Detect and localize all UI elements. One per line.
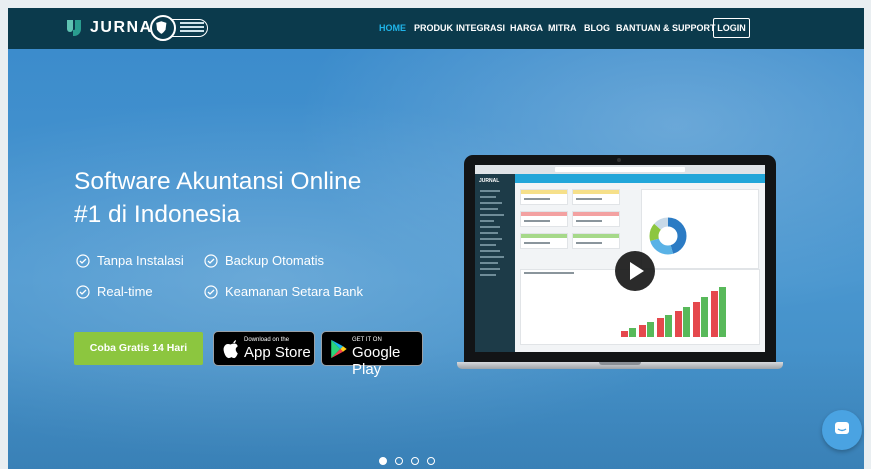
app-sidebar: JURNAL <box>475 174 515 352</box>
feature-keamanan-setara-bank: Keamanan Setara Bank <box>204 284 363 299</box>
menu-harga[interactable]: HARGA <box>510 23 543 33</box>
chat-widget-button[interactable] <box>822 410 862 450</box>
google-play-button[interactable]: GET IT ON Google Play <box>321 331 423 378</box>
menu-bantuan-support[interactable]: BANTUAN & SUPPORT <box>616 23 716 33</box>
play-icon <box>630 262 644 280</box>
menu-mitra[interactable]: MITRA <box>548 23 577 33</box>
headline-line-2: #1 di Indonesia <box>74 201 241 228</box>
google-play-caption: GET IT ON <box>352 337 382 343</box>
carousel-dot-1[interactable] <box>379 457 387 465</box>
login-button[interactable]: LOGIN <box>713 18 750 38</box>
google-play-label: Google Play <box>352 344 401 378</box>
check-circle-icon <box>204 284 218 299</box>
hero-headline: Software Akuntansi Online #1 di Indonesi… <box>74 165 414 231</box>
carousel-dots <box>379 457 443 465</box>
menu-home[interactable]: HOME <box>379 23 406 33</box>
page: JURNAL HOME PRODUK INTEGRASI HARGA MITRA… <box>8 8 864 469</box>
check-circle-icon <box>204 253 218 268</box>
menu-blog[interactable]: BLOG <box>584 23 610 33</box>
top-navbar: JURNAL HOME PRODUK INTEGRASI HARGA MITRA… <box>8 8 864 49</box>
google-play-icon <box>331 339 347 359</box>
donut-chart-icon <box>649 217 687 255</box>
app-brand: JURNAL <box>479 178 500 184</box>
carousel-dot-3[interactable] <box>411 457 419 465</box>
feature-real-time: Real-time <box>76 284 153 299</box>
feature-tanpa-instalasi: Tanpa Instalasi <box>76 253 184 268</box>
apple-icon <box>223 339 238 359</box>
play-video-button[interactable] <box>615 251 655 291</box>
menu-produk[interactable]: PRODUK <box>414 23 453 33</box>
check-circle-icon <box>76 253 90 268</box>
hero-section: Software Akuntansi Online #1 di Indonesi… <box>8 49 864 469</box>
menu-integrasi[interactable]: INTEGRASI <box>456 23 505 33</box>
feature-backup-otomatis: Backup Otomatis <box>204 253 324 268</box>
headline-line-1: Software Akuntansi Online <box>74 168 362 195</box>
carousel-dot-4[interactable] <box>427 457 435 465</box>
dashboard-screenshot: JURNAL <box>475 165 765 352</box>
free-trial-button[interactable]: Coba Gratis 14 Hari <box>74 332 203 365</box>
app-store-button[interactable]: Download on the App Store <box>213 331 315 366</box>
app-store-label: App Store <box>244 344 311 361</box>
app-store-caption: Download on the <box>244 337 290 343</box>
check-circle-icon <box>76 284 90 299</box>
chat-icon <box>835 422 849 434</box>
carousel-dot-2[interactable] <box>395 457 403 465</box>
